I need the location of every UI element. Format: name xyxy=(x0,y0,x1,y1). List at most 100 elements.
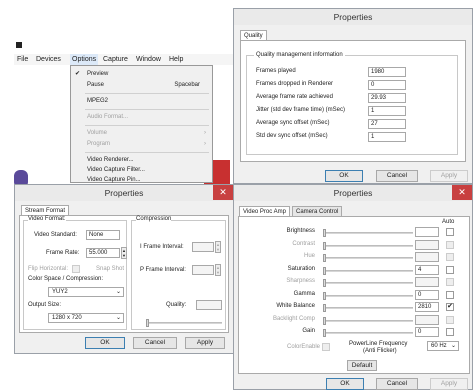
slider-thumb[interactable] xyxy=(323,316,326,325)
menu-item-program[interactable]: Program › xyxy=(71,139,212,149)
menu-item-volume[interactable]: Volume › xyxy=(71,128,212,138)
procamp-slider[interactable] xyxy=(323,329,413,337)
procamp-dialog: Properties ✕ Video Proc Amp Camera Contr… xyxy=(233,184,473,390)
output-size-select[interactable]: 1280 x 720 ⌄ xyxy=(48,313,124,323)
auto-label: Auto xyxy=(442,219,455,225)
apply-button[interactable]: Apply xyxy=(430,170,468,182)
color-enable-checkbox[interactable] xyxy=(322,343,330,351)
tab-camera-control[interactable]: Camera Control xyxy=(292,206,343,216)
chevron-down-icon: ⌄ xyxy=(115,289,121,295)
quality-row-label: Frames played xyxy=(256,68,296,74)
dialog-title: Properties xyxy=(234,9,472,25)
procamp-slider[interactable] xyxy=(323,304,413,312)
procamp-value xyxy=(415,314,439,325)
dialog-title: Properties xyxy=(15,185,233,201)
menu-item-video-renderer[interactable]: Video Renderer... xyxy=(71,155,212,165)
tab-quality[interactable]: Quality xyxy=(240,30,267,40)
slider-thumb[interactable] xyxy=(146,319,149,327)
procamp-row-label: Backlight Comp xyxy=(272,315,315,322)
auto-checkbox[interactable] xyxy=(446,328,454,336)
auto-checkbox[interactable] xyxy=(446,228,454,236)
iframe-interval-input[interactable] xyxy=(192,242,214,252)
procamp-slider[interactable] xyxy=(323,279,413,287)
color-enable-label: ColorEnable xyxy=(287,344,321,350)
ok-button[interactable]: OK xyxy=(85,337,125,349)
chevron-right-icon: › xyxy=(204,130,206,136)
procamp-slider[interactable] xyxy=(323,291,413,300)
slider-thumb[interactable] xyxy=(323,254,326,262)
menu-item-mpeg2[interactable]: MPEG2 xyxy=(71,96,212,106)
auto-checkbox[interactable] xyxy=(446,253,454,261)
quality-row-value: 1980 xyxy=(368,67,406,77)
flip-horizontal-checkbox[interactable] xyxy=(72,265,80,273)
quality-row-value: 0 xyxy=(368,80,406,90)
color-space-label: Color Space / Compression: xyxy=(28,276,104,282)
menu-file[interactable]: File xyxy=(17,54,28,65)
pframe-spinner[interactable]: ▲ ▼ xyxy=(215,264,221,276)
procamp-value xyxy=(415,227,439,237)
close-button[interactable]: ✕ xyxy=(213,185,233,200)
slider-thumb[interactable] xyxy=(323,241,326,250)
compression-label: Compression xyxy=(136,216,172,222)
iframe-spinner[interactable]: ▲ ▼ xyxy=(215,241,221,253)
procamp-slider[interactable] xyxy=(323,229,413,237)
menu-item-video-capture-filter[interactable]: Video Capture Filter... xyxy=(71,165,212,175)
procamp-slider[interactable] xyxy=(323,241,413,250)
slider-thumb[interactable] xyxy=(323,279,326,287)
procamp-value: 0 xyxy=(415,327,439,337)
cancel-button[interactable]: Cancel xyxy=(376,378,418,390)
iframe-interval-label: I Frame Interval: xyxy=(140,244,184,250)
slider-thumb[interactable] xyxy=(323,291,326,300)
auto-checkbox[interactable] xyxy=(446,265,454,274)
menu-item-audio-format[interactable]: Audio Format... xyxy=(71,112,212,122)
menu-options[interactable]: Options xyxy=(70,54,99,65)
cancel-button[interactable]: Cancel xyxy=(376,170,418,182)
app-icon xyxy=(16,42,22,48)
pframe-interval-input[interactable] xyxy=(192,265,214,275)
stream-panel: Video Format: Video Standard: None Frame… xyxy=(19,215,229,333)
cancel-button[interactable]: Cancel xyxy=(133,337,177,349)
procamp-row-label: White Balance xyxy=(276,303,315,309)
auto-checkbox[interactable] xyxy=(446,290,454,299)
slider-thumb[interactable] xyxy=(323,229,326,237)
ok-button[interactable]: OK xyxy=(326,378,364,390)
quality-row-label: Average sync offset (mSec) xyxy=(256,120,330,126)
menu-item-preview[interactable]: ✔ Preview xyxy=(71,69,212,79)
default-button[interactable]: Default xyxy=(347,360,377,371)
apply-button[interactable]: Apply xyxy=(185,337,225,349)
auto-checkbox[interactable] xyxy=(446,315,454,324)
slider-thumb[interactable] xyxy=(323,266,326,275)
procamp-slider[interactable] xyxy=(323,316,413,325)
group-title: Quality management information xyxy=(254,52,345,58)
ok-button[interactable]: OK xyxy=(325,170,363,182)
tab-stream-format[interactable]: Stream Format xyxy=(21,205,70,215)
tab-video-proc-amp[interactable]: Video Proc Amp xyxy=(239,206,290,216)
auto-checkbox[interactable]: ✔ xyxy=(446,303,454,311)
procamp-slider[interactable] xyxy=(323,254,413,262)
quality-input[interactable] xyxy=(196,300,222,310)
color-space-select[interactable]: YUY2 ⌄ xyxy=(48,287,124,297)
menu-window[interactable]: Window xyxy=(136,54,161,65)
powerline-select[interactable]: 60 Hz ⌄ xyxy=(427,341,459,351)
apply-button[interactable]: Apply xyxy=(430,378,468,390)
dialog-title: Properties xyxy=(234,185,472,201)
quality-slider[interactable] xyxy=(146,319,222,327)
slider-thumb[interactable] xyxy=(323,304,326,312)
auto-checkbox[interactable] xyxy=(446,278,454,286)
menu-item-pause[interactable]: Pause Spacebar xyxy=(71,80,212,90)
procamp-slider[interactable] xyxy=(323,266,413,275)
slider-thumb[interactable] xyxy=(323,329,326,337)
chevron-down-icon: ⌄ xyxy=(115,315,121,321)
stream-format-dialog: Properties ✕ Stream Format Video Format:… xyxy=(14,184,234,354)
frame-rate-input[interactable]: 55.000 xyxy=(86,248,120,258)
procamp-row-label: Gain xyxy=(302,328,315,334)
snap-shot-label: Snap Shot xyxy=(96,266,125,272)
menu-devices[interactable]: Devices xyxy=(36,54,61,65)
auto-checkbox[interactable] xyxy=(446,240,454,249)
close-button[interactable]: ✕ xyxy=(452,185,472,200)
procamp-value xyxy=(415,277,439,287)
frame-rate-spinner[interactable]: ▲ ▼ xyxy=(121,247,127,259)
menu-help[interactable]: Help xyxy=(169,54,183,65)
procamp-value: 2810 xyxy=(415,302,439,312)
menu-capture[interactable]: Capture xyxy=(103,54,128,65)
